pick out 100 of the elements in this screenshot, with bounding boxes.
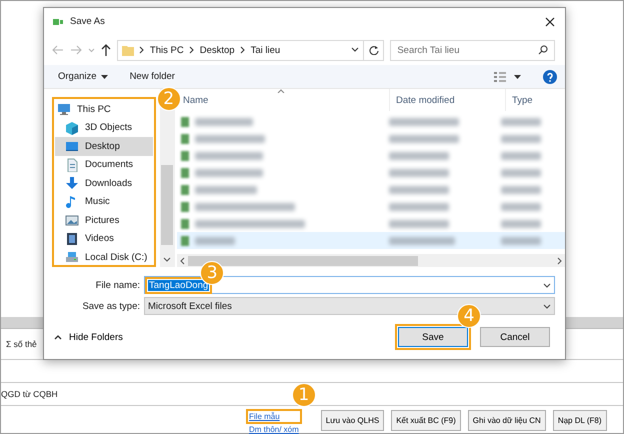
blurred-text [389, 168, 449, 176]
blurred-text [195, 152, 263, 160]
blurred-text [195, 236, 235, 244]
up-arrow-icon[interactable] [100, 44, 111, 56]
file-row[interactable] [177, 232, 565, 249]
refresh-button[interactable] [364, 40, 384, 60]
action-button[interactable]: Ghi vào dữ liệu CN [468, 410, 546, 430]
refresh-icon [368, 45, 379, 55]
cube-icon [65, 120, 79, 135]
breadcrumb[interactable]: Tai lieu [250, 44, 280, 56]
blurred-text [195, 118, 253, 126]
nav-label: 3D Objects [85, 122, 132, 134]
blurred-text [501, 118, 541, 126]
search-field[interactable]: Search Tai lieu [390, 40, 555, 60]
summary-label: Σ số thẻ [6, 339, 37, 349]
caret-icon [543, 282, 551, 288]
down-arrow-icon [65, 176, 79, 190]
save-button[interactable]: Save [398, 327, 468, 347]
document-icon [65, 158, 79, 172]
blurred-text [501, 202, 541, 210]
forward-arrow-icon[interactable] [70, 45, 82, 55]
nav-label: Documents [85, 159, 134, 170]
blurred-text [389, 220, 449, 228]
nav-label: Local Disk (C:) [85, 252, 148, 263]
field-label: Save as type: [81, 300, 140, 312]
help-icon[interactable] [543, 70, 557, 84]
chevron-left-icon [180, 256, 185, 264]
search-icon [538, 45, 548, 55]
nav-label: Videos [85, 233, 114, 244]
nav-item[interactable]: Pictures [55, 211, 153, 230]
folder-icon [122, 44, 134, 56]
picture-icon [65, 213, 79, 228]
computer-icon [57, 102, 71, 116]
chevron-icon [188, 46, 195, 54]
caret-icon[interactable] [351, 47, 360, 53]
step-number: 1 [292, 383, 316, 407]
blurred-text [501, 168, 541, 176]
village-list-link[interactable]: Dm thôn/ xóm [249, 425, 299, 434]
blurred-text [389, 152, 449, 160]
window-title: Save As [70, 16, 105, 27]
nav-label: This PC [77, 104, 111, 115]
chevron-up-icon [54, 334, 62, 340]
action-button[interactable]: Lưu vào QLHS [320, 410, 384, 430]
search-placeholder: Search Tai lieu [397, 44, 460, 56]
film-icon [65, 232, 79, 246]
breadcrumb[interactable]: This PC [150, 44, 184, 56]
blurred-text [501, 220, 541, 228]
cancel-button[interactable]: Cancel [480, 327, 550, 347]
nav-label: Pictures [85, 214, 120, 226]
breadcrumb[interactable]: Desktop [200, 44, 235, 56]
close-icon[interactable] [545, 16, 555, 26]
caret-icon[interactable] [514, 74, 521, 78]
nav-item[interactable]: 3D Objects [55, 118, 153, 137]
drive-icon [65, 250, 79, 264]
blurred-text [501, 186, 541, 194]
organize-menu[interactable]: Organize [58, 71, 108, 82]
nav-label: Desktop [85, 140, 120, 152]
blurred-text [501, 236, 541, 244]
nav-item[interactable]: Desktop [55, 137, 153, 156]
nav-label: Downloads [85, 178, 132, 189]
nav-item[interactable]: Local Disk (C:) [55, 248, 153, 266]
new-folder-button[interactable]: New folder [130, 71, 175, 82]
file-template-link[interactable]: File mẫu [249, 412, 299, 421]
field-label: File name: [94, 280, 140, 290]
chevron-down-icon [163, 257, 172, 263]
app-icon [53, 18, 63, 26]
blurred-text [195, 134, 265, 142]
back-arrow-icon[interactable] [52, 45, 64, 55]
blurred-text [195, 168, 263, 176]
blurred-text [501, 152, 541, 160]
nav-item[interactable]: Videos [55, 230, 153, 248]
blurred-text [195, 186, 257, 194]
column-header[interactable]: Name [183, 94, 208, 106]
chevron-right-icon [557, 256, 562, 264]
blurred-text [389, 202, 449, 210]
address-bar[interactable]: This PC Desktop Tai lieu [116, 40, 364, 60]
blurred-text [389, 118, 459, 126]
caret-icon [100, 74, 108, 78]
nav-item[interactable]: Music [55, 192, 153, 211]
hide-folders-button[interactable]: Hide Folders [54, 332, 123, 342]
highlight-frame [246, 409, 302, 424]
scrollbar-thumb[interactable] [161, 165, 174, 245]
caret-icon [543, 304, 551, 308]
blurred-text [389, 134, 459, 142]
blurred-text [501, 134, 541, 142]
horizontal-scrollbar[interactable] [177, 254, 565, 267]
qgd-label: QGD từ CQBH [1, 389, 58, 399]
nav-label: Music [85, 196, 110, 208]
chevron-icon [240, 46, 246, 54]
nav-item[interactable]: Documents [55, 156, 153, 174]
action-button[interactable]: Nạp DL (F8) [552, 410, 607, 430]
nav-item[interactable]: This PC [55, 100, 153, 118]
column-header[interactable]: Type [512, 94, 533, 106]
view-list-icon[interactable] [494, 72, 506, 82]
column-header[interactable]: Date modified [396, 94, 455, 106]
nav-item[interactable]: Downloads [55, 174, 153, 192]
sort-caret-icon [277, 89, 285, 93]
blurred-text [389, 236, 455, 244]
action-button[interactable]: Kết xuất BC (F9) [391, 410, 461, 430]
blurred-text [389, 186, 449, 194]
